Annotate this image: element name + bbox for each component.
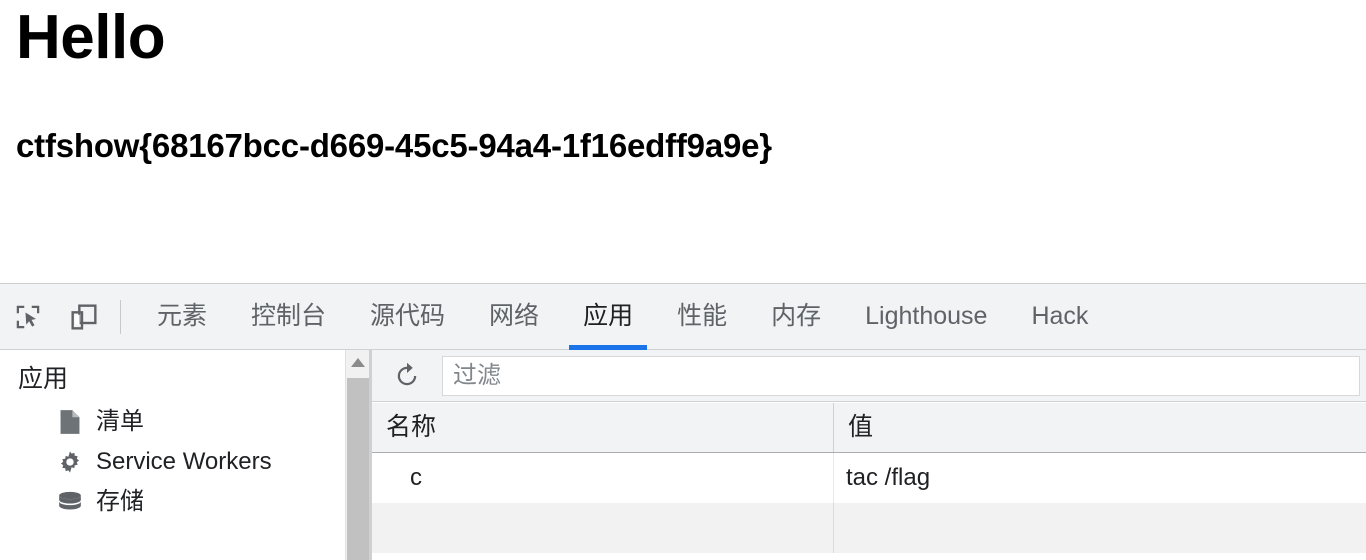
sidebar-header: 应用 (18, 365, 69, 393)
toolbar-divider (120, 299, 121, 334)
tab-label: 网络 (489, 302, 540, 330)
tab-label: 源代码 (370, 302, 446, 330)
tab-application[interactable]: 应用 (561, 284, 655, 350)
cookies-panel: 名称 值 c tac /flag (372, 350, 1366, 560)
page-viewport: Hello ctfshow{68167bcc-d669-45c5-94a4-1f… (0, 0, 1366, 283)
column-header-name[interactable]: 名称 (372, 403, 834, 452)
sidebar-item-storage[interactable]: 存储 (0, 482, 369, 522)
sidebar-item-label: Service Workers (96, 448, 272, 475)
tab-label: 控制台 (251, 302, 327, 330)
tab-label: Lighthouse (865, 302, 988, 330)
cell-empty (834, 503, 1366, 553)
device-toolbar-icon[interactable] (56, 289, 112, 345)
cookies-table: 名称 值 c tac /flag (372, 403, 1366, 560)
application-sidebar: 应用 清单 Service Workers 存储 (0, 350, 369, 560)
devtools-tabbar: 元素 控制台 源代码 网络 应用 性能 内存 Lighthouse Hack (0, 284, 1366, 350)
inspect-element-icon[interactable] (0, 289, 56, 345)
flag-text: ctfshow{68167bcc-d669-45c5-94a4-1f16edff… (16, 127, 772, 164)
scroll-up-arrow-icon[interactable] (346, 350, 369, 374)
tab-label: 内存 (771, 302, 822, 330)
tab-memory[interactable]: 内存 (749, 284, 843, 350)
sidebar-item-service-workers[interactable]: Service Workers (0, 442, 369, 482)
sidebar-scrollbar[interactable] (345, 350, 369, 560)
tab-network[interactable]: 网络 (467, 284, 561, 350)
tab-elements[interactable]: 元素 (135, 284, 229, 350)
document-icon (57, 409, 83, 435)
filter-toolbar (372, 350, 1366, 402)
cell-empty (372, 503, 834, 553)
table-row[interactable]: c tac /flag (372, 453, 1366, 503)
refresh-icon[interactable] (384, 353, 430, 399)
sidebar-item-label: 存储 (96, 488, 144, 515)
tab-label: Hack (1031, 302, 1089, 330)
gear-icon (57, 449, 83, 475)
devtools-panel: 元素 控制台 源代码 网络 应用 性能 内存 Lighthouse Hack 应… (0, 283, 1366, 560)
scrollbar-thumb[interactable] (347, 378, 369, 560)
tab-label: 性能 (677, 302, 728, 330)
tab-console[interactable]: 控制台 (229, 284, 348, 350)
filter-input[interactable] (442, 355, 1360, 396)
database-icon (57, 489, 83, 515)
devtools-body: 应用 清单 Service Workers 存储 过滤 名称 值 c tac /… (0, 350, 1366, 560)
column-header-value[interactable]: 值 (834, 403, 1366, 452)
tab-label: 应用 (583, 302, 634, 330)
tab-label: 元素 (157, 302, 208, 330)
page-title: Hello (16, 3, 166, 72)
tab-performance[interactable]: 性能 (655, 284, 749, 350)
table-header-row: 名称 值 (372, 403, 1366, 453)
tab-hackbar[interactable]: Hack (1009, 284, 1110, 350)
cell-name: c (372, 453, 834, 503)
tab-sources[interactable]: 源代码 (348, 284, 467, 350)
tab-lighthouse[interactable]: Lighthouse (843, 284, 1009, 350)
sidebar-item-manifest[interactable]: 清单 (0, 402, 369, 442)
table-empty-row (372, 503, 1366, 553)
sidebar-item-label: 清单 (96, 408, 144, 435)
cell-value: tac /flag (846, 464, 931, 491)
